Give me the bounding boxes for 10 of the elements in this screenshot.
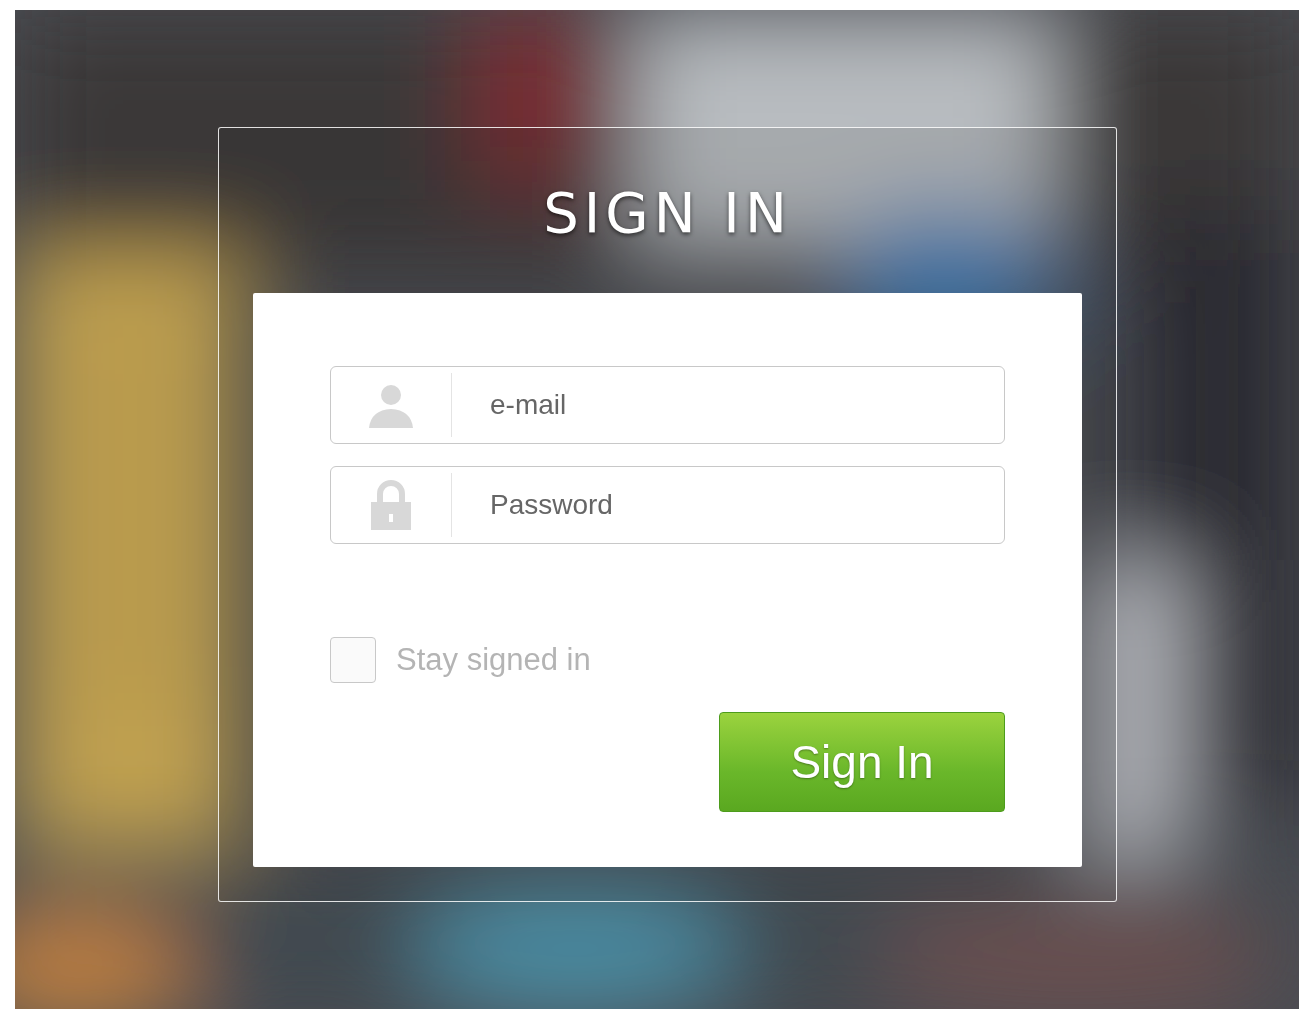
email-input[interactable]: e-mail	[452, 367, 1004, 443]
checkbox[interactable]	[330, 637, 376, 683]
password-field[interactable]: Password	[330, 466, 1005, 544]
email-field[interactable]: e-mail	[330, 366, 1005, 444]
sign-in-button[interactable]: Sign In	[719, 712, 1005, 812]
lock-icon	[369, 480, 413, 530]
checkbox-label: Stay signed in	[396, 642, 591, 678]
sign-in-title: SIGN IN	[543, 180, 792, 247]
user-icon	[367, 382, 415, 428]
password-input[interactable]: Password	[452, 467, 1004, 543]
